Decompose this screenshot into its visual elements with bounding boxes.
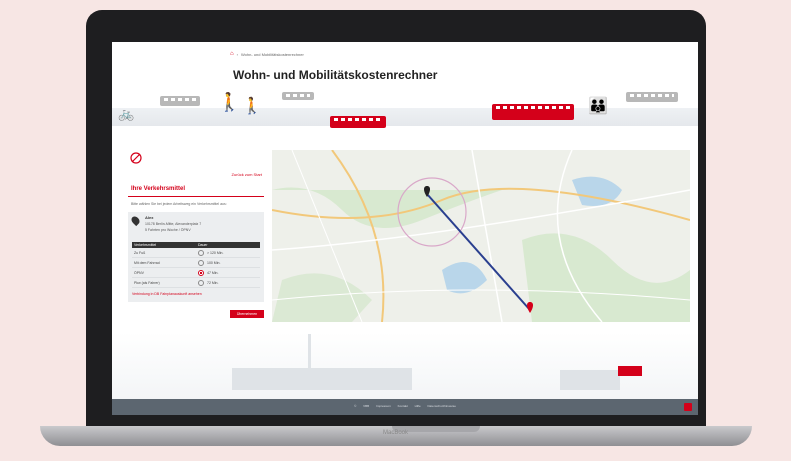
col-time-header: Dauer [198,243,208,247]
laptop-base [40,426,752,446]
timetable-link[interactable]: Verbindung in DB Fahrplanauskunft ansehe… [132,292,202,296]
s-bahn-icon [492,104,574,120]
footer-bar: © VBB Impressum Kontakt Hilfe Datenschut… [112,399,698,415]
footer-skyline [112,332,698,406]
bus-stop-sign-icon [618,366,642,376]
mode-label: Mit dem Fahrrad [134,260,160,265]
tv-tower-icon [308,334,311,390]
car-radio[interactable] [198,279,204,286]
header-street-band [112,108,698,126]
mode-row-walk[interactable]: Zu Fuß > 120 Min. [132,248,260,258]
tram-icon [282,92,314,100]
city-silhouette [560,370,620,390]
destination-frequency: 5 Fahrten pro Woche / ÖPNV [145,228,191,232]
destination-card: Alex 10178 Berlin-Mitte, Alexanderplatz … [128,212,264,302]
col-mode-header: Verkehrsmittel [134,243,157,247]
location-pin-icon [129,214,142,227]
back-link[interactable]: Zurück zum Start [232,172,262,177]
shopper-icon: 🚶 [242,98,262,115]
map-canvas[interactable] [272,150,690,322]
header-banner: ⌂ › Wohn- und Mobilitätskostenrechner Wo… [112,42,698,138]
transport-panel: Zurück zum Start Ihre Verkehrsmittel Bit… [128,150,264,320]
footer-links[interactable]: © VBB Impressum Kontakt Hilfe Datenschut… [112,404,698,408]
scroll-top-button[interactable] [684,403,692,411]
mode-label: Pkw (als Fahrer) [134,280,160,285]
bus-icon [160,96,200,106]
apply-button[interactable]: Übernehmen [230,310,264,318]
woman-icon: 🚶 [218,92,241,112]
panel-heading: Ihre Verkehrsmittel [131,186,186,192]
route-map[interactable] [272,150,690,322]
bicycle-icon: 🚲 [118,106,135,121]
walk-radio[interactable] [198,249,204,256]
mode-label: Zu Fuß [134,250,146,255]
mode-row-transit[interactable]: ÖPNV 47 Min. [132,268,260,278]
mode-label: ÖPNV [134,270,144,275]
mode-time: 47 Min. [207,270,219,275]
breadcrumb: ⌂ › Wohn- und Mobilitätskostenrechner [230,51,304,57]
destination-label: Alex [145,215,154,220]
no-car-icon [130,152,142,164]
panel-divider [128,196,264,197]
bike-radio[interactable] [198,259,204,266]
breadcrumb-separator-icon: › [236,51,238,57]
transit-radio[interactable] [198,269,204,276]
mode-row-car[interactable]: Pkw (als Fahrer) 72 Min. [132,278,260,288]
laptop-brand-label: MacBook [382,430,408,436]
mode-time: 72 Min. [207,280,219,285]
mode-row-bike[interactable]: Mit dem Fahrrad 100 Min. [132,258,260,268]
page-title: Wohn- und Mobilitätskostenrechner [233,68,438,82]
destination-address: 10178 Berlin-Mitte, Alexanderplatz 7 [145,222,202,226]
mode-table: Verkehrsmittel Dauer Zu Fuß > 120 Min. M… [132,242,260,288]
bus-right-icon [626,92,678,102]
panel-intro: Bitte wählen Sie bei jedem Arbeitsweg ei… [131,202,227,206]
mode-time: 100 Min. [207,260,221,265]
mode-time: > 120 Min. [207,250,224,255]
breadcrumb-current[interactable]: Wohn- und Mobilitätskostenrechner [241,52,304,57]
browser-screen: ⌂ › Wohn- und Mobilitätskostenrechner Wo… [112,42,698,415]
regional-train-icon [330,116,386,128]
home-icon[interactable]: ⌂ [230,51,234,57]
city-silhouette [232,368,412,390]
family-icon: 👪 [588,98,608,115]
